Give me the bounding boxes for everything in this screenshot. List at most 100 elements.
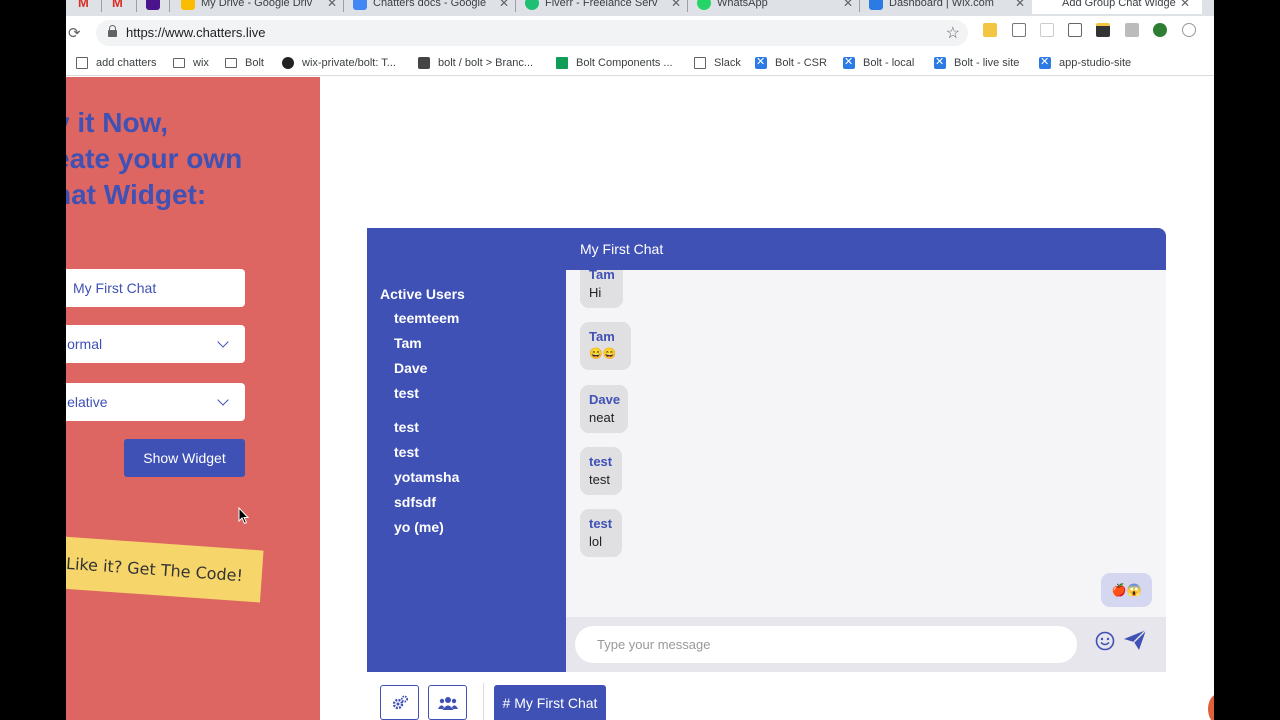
message-sender: test [589, 454, 613, 469]
wix-extension-icon[interactable] [1096, 23, 1110, 37]
bookmarks-bar: add chatters wix Bolt wix-private/bolt: … [66, 50, 1214, 76]
send-icon[interactable] [1123, 629, 1147, 651]
tab-whatsapp[interactable]: WhatsApp ✕ [697, 0, 853, 14]
tab-chatters-docs[interactable]: Chatters docs - Google ✕ [353, 0, 509, 14]
chat-name-input[interactable]: My First Chat [66, 269, 245, 307]
tab-label: Add Group Chat Widge [1062, 0, 1176, 9]
extension-icon[interactable] [983, 23, 997, 37]
close-icon[interactable]: ✕ [843, 0, 853, 10]
bookmark-label: wix [193, 57, 209, 69]
bookmark-label: Bolt - local [863, 57, 915, 69]
message-sender: Tam [589, 329, 615, 344]
wix-icon [755, 55, 767, 69]
chat-tab[interactable]: # My First Chat [494, 685, 606, 720]
close-icon[interactable]: ✕ [671, 0, 681, 10]
tab-strip: M M My Drive - Google Driv ✕ Chatters do… [66, 0, 1214, 16]
settings-tab[interactable] [380, 685, 419, 720]
reload-icon[interactable]: ⟳ [68, 24, 81, 42]
bookmark-item[interactable]: Bolt Components ... [556, 54, 673, 72]
user-item[interactable]: teemteem [394, 310, 459, 326]
app-icon [146, 0, 160, 10]
star-icon[interactable]: ☆ [946, 23, 960, 43]
get-code-banner[interactable]: Like it? Get The Code! [66, 535, 264, 603]
size-select[interactable]: Normal [66, 325, 245, 363]
extension-icon[interactable] [1153, 23, 1167, 37]
message-bubble: Tam Hi [580, 270, 623, 308]
message-text: neat [589, 410, 615, 425]
user-item[interactable]: Dave [394, 360, 427, 376]
lock-icon [108, 25, 117, 37]
message-text: 😄😄 [589, 348, 617, 360]
user-item[interactable]: sdfsdf [394, 494, 436, 510]
page-content: y it Now, eate your own nat Widget: My F… [66, 77, 1214, 720]
position-select[interactable]: Relative [66, 383, 245, 421]
close-icon[interactable]: ✕ [499, 0, 509, 10]
tab-my-drive[interactable]: My Drive - Google Driv ✕ [181, 0, 337, 14]
bookmark-item[interactable]: wix [173, 54, 209, 72]
users-tab[interactable] [428, 685, 467, 720]
gitlab-icon [418, 57, 430, 69]
chat-title: My First Chat [580, 241, 664, 257]
bookmark-item[interactable]: Bolt - CSR [755, 54, 827, 72]
tab-fiverr[interactable]: Fiverr - Freelance Serv ✕ [525, 0, 681, 14]
close-icon[interactable]: ✕ [327, 0, 337, 10]
tab-wix-dashboard[interactable]: Dashboard | Wix.com ✕ [869, 0, 1025, 14]
position-select-value: Relative [66, 394, 108, 410]
message-text: lol [589, 534, 603, 549]
gmail-icon: M [78, 0, 89, 10]
doc-icon [76, 57, 88, 69]
show-widget-button[interactable]: Show Widget [124, 439, 245, 477]
bookmark-item[interactable]: Slack [694, 54, 741, 72]
headline-line: y it Now, [66, 107, 169, 138]
gmail-icon: M [112, 0, 123, 10]
address-bar[interactable]: https://www.chatters.live ☆ [96, 20, 968, 46]
my-message-bubble: 🍎😱 [1101, 573, 1152, 607]
extension-icon[interactable] [1012, 23, 1026, 37]
tab-label: My Drive - Google Driv [201, 0, 313, 9]
bookmark-label: Bolt [245, 57, 264, 69]
close-icon[interactable]: ✕ [1180, 0, 1190, 10]
bookmark-item[interactable]: Bolt - local [843, 54, 914, 72]
bookmark-item[interactable]: app-studio-site [1039, 54, 1131, 72]
tab-app[interactable] [146, 0, 166, 14]
close-icon[interactable]: ✕ [1015, 0, 1025, 10]
extension-icon[interactable] [1125, 23, 1139, 37]
tab-label: WhatsApp [717, 0, 768, 9]
config-panel: y it Now, eate your own nat Widget: My F… [66, 77, 320, 720]
extension-icon[interactable] [1040, 23, 1054, 37]
bookmark-item[interactable]: bolt / bolt > Branc... [418, 54, 533, 72]
tab-gmail-2[interactable]: M [112, 0, 132, 14]
message-text: Hi [589, 285, 602, 300]
bookmark-item[interactable]: add chatters [76, 54, 157, 72]
chevron-down-icon [217, 394, 229, 406]
bookmark-item[interactable]: Bolt [225, 54, 264, 72]
user-item[interactable]: Tam [394, 335, 422, 351]
bookmark-item[interactable]: Bolt - live site [934, 54, 1019, 72]
bookmark-label: Bolt - CSR [775, 57, 827, 69]
user-item[interactable]: test [394, 444, 419, 460]
message-input[interactable] [575, 626, 1077, 663]
user-item[interactable]: test [394, 385, 419, 401]
wix-icon [869, 0, 883, 10]
cogs-icon [392, 695, 408, 709]
headline-line: nat Widget: [66, 179, 207, 210]
extension-icon[interactable] [1182, 23, 1196, 37]
bookmark-item[interactable]: wix-private/bolt: T... [282, 54, 396, 72]
user-item[interactable]: yotamsha [394, 469, 459, 485]
message-bubble: Dave neat [580, 385, 628, 433]
edit-icon[interactable] [1068, 23, 1082, 37]
user-item[interactable]: yo (me) [394, 519, 444, 535]
tab-gmail-1[interactable]: M [78, 0, 98, 14]
folder-icon [173, 58, 185, 68]
tab-label: Fiverr - Freelance Serv [545, 0, 658, 9]
message-text: test [589, 472, 610, 487]
wix-icon [934, 55, 946, 69]
user-item[interactable]: test [394, 419, 419, 435]
active-users-heading: Active Users [380, 286, 465, 302]
tab-add-group-chat[interactable]: Add Group Chat Widge ✕ [1032, 0, 1202, 14]
tab-label: Dashboard | Wix.com [889, 0, 994, 9]
folder-icon [225, 58, 237, 68]
emoji-icon[interactable] [1095, 631, 1115, 651]
url-text: https://www.chatters.live [126, 25, 266, 40]
message-sender: Tam [589, 270, 615, 282]
